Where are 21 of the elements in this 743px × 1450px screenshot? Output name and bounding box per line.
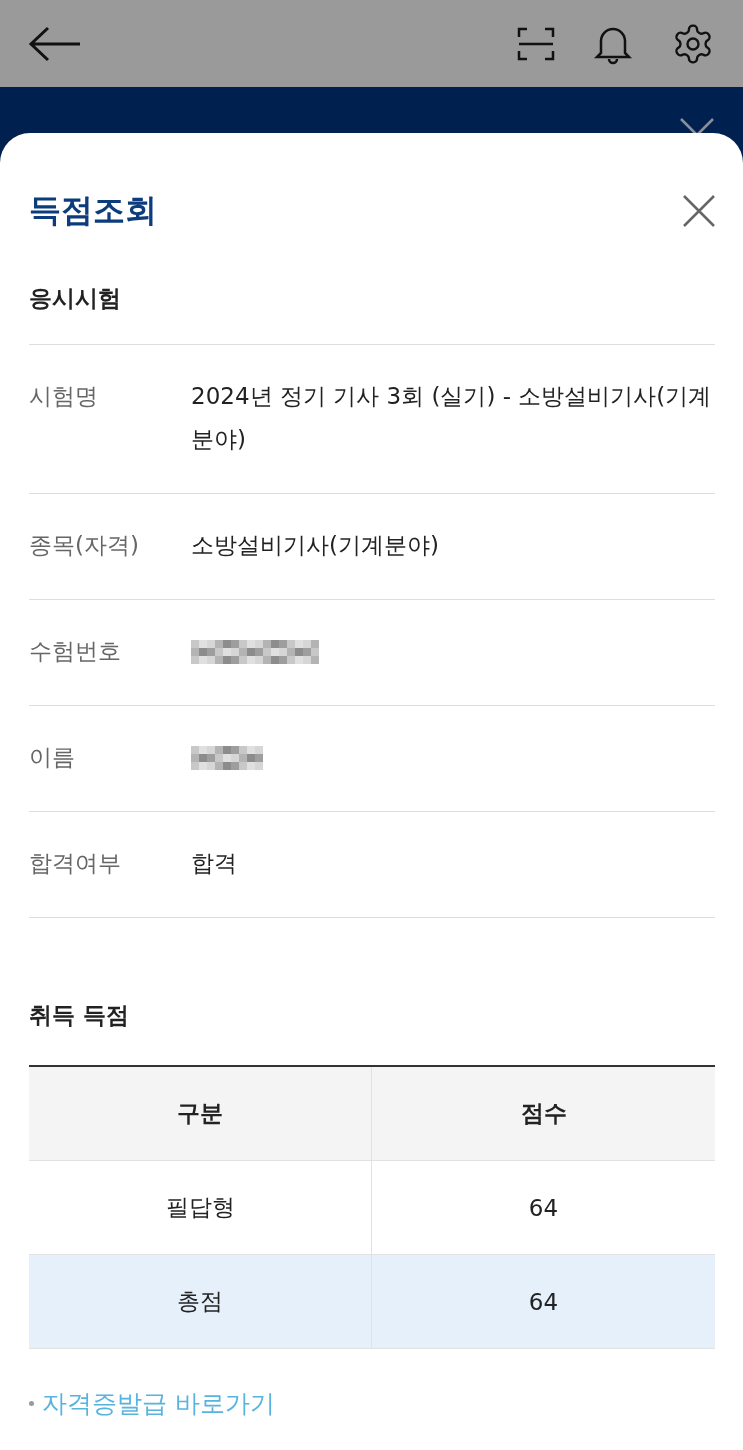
section-heading: 취득 득점 (29, 1001, 130, 1030)
field-value: 2024년 정기 기사 3회 (실기) - 소방설비기사(기계분야) (191, 382, 713, 454)
close-button[interactable] (683, 195, 715, 227)
field-value: 소방설비기사(기계분야) (191, 531, 440, 560)
certificate-link[interactable]: 자격증발급 바로가기 (42, 1387, 275, 1420)
back-button[interactable] (28, 25, 82, 62)
pixelated-mosaic (191, 746, 263, 770)
field-label: 이름 (29, 743, 76, 772)
column-header: 점수 (372, 1067, 715, 1161)
table-cell: 필답형 (29, 1161, 372, 1255)
field-label: 합격여부 (29, 849, 122, 878)
section-heading: 응시시험 (29, 284, 122, 313)
sheet-title: 득점조회 (29, 190, 157, 231)
field-label: 시험명 (29, 382, 99, 411)
field-label: 종목(자격) (29, 531, 140, 560)
bullet-icon (29, 1401, 34, 1406)
field-label: 수험번호 (29, 637, 122, 666)
field-value: 합격 (191, 849, 238, 878)
table-cell: 64 (372, 1255, 715, 1349)
column-header: 구분 (29, 1067, 372, 1161)
table-cell: 총점 (29, 1255, 372, 1349)
